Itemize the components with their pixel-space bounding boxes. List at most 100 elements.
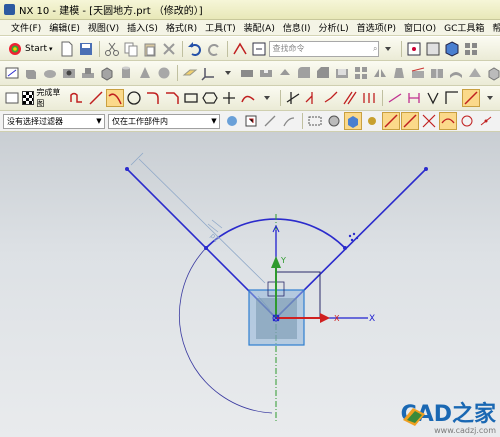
mirror-button[interactable] bbox=[371, 64, 389, 82]
datum-csys-button[interactable] bbox=[200, 64, 218, 82]
menu-tools[interactable]: 工具(T) bbox=[201, 21, 240, 34]
render-style-button[interactable] bbox=[443, 40, 461, 58]
roles-button[interactable] bbox=[379, 40, 397, 58]
shell-button[interactable] bbox=[333, 64, 351, 82]
copy-button[interactable] bbox=[122, 40, 140, 58]
command-search-input[interactable]: 查找命令 ⌕ bbox=[268, 40, 379, 57]
trim-body-button[interactable] bbox=[409, 64, 427, 82]
menu-edit[interactable]: 编辑(E) bbox=[45, 21, 84, 34]
studio-spline-button[interactable] bbox=[239, 89, 257, 107]
datum-plane-button[interactable] bbox=[181, 64, 199, 82]
unite-button[interactable] bbox=[238, 64, 256, 82]
split-body-button[interactable] bbox=[428, 64, 446, 82]
subtract-button[interactable] bbox=[257, 64, 275, 82]
selection-scope-select[interactable]: 仅在工作部件内 ▼ bbox=[108, 113, 220, 129]
extrude-button[interactable] bbox=[22, 64, 40, 82]
chamfer-sketch-button[interactable] bbox=[163, 89, 181, 107]
offset-face-button[interactable] bbox=[466, 64, 484, 82]
arc-button[interactable] bbox=[106, 89, 124, 107]
profile-button[interactable] bbox=[68, 89, 86, 107]
dropdown-button[interactable] bbox=[258, 89, 276, 107]
make-corner-button[interactable] bbox=[322, 89, 340, 107]
geometric-constraint-button[interactable] bbox=[405, 89, 423, 107]
menu-preferences[interactable]: 首选项(P) bbox=[353, 21, 400, 34]
undo-button[interactable] bbox=[186, 40, 204, 58]
select-all-button[interactable] bbox=[242, 112, 260, 130]
pattern-button[interactable] bbox=[352, 64, 370, 82]
boss-button[interactable] bbox=[79, 64, 97, 82]
menu-view[interactable]: 视图(V) bbox=[84, 21, 123, 34]
sphere-button[interactable] bbox=[155, 64, 173, 82]
new-file-button[interactable] bbox=[58, 40, 76, 58]
more-views-button[interactable] bbox=[462, 40, 480, 58]
sketch-orient-button[interactable] bbox=[3, 89, 21, 107]
scale-body-button[interactable] bbox=[485, 64, 500, 82]
graphics-window[interactable]: p1 X X Y CAD之家 www.cadzj.com bbox=[0, 132, 500, 437]
snap-midpoint-button[interactable] bbox=[401, 112, 419, 130]
snap-endpoint-button[interactable] bbox=[382, 112, 400, 130]
start-button[interactable]: Start ▾ bbox=[3, 40, 58, 58]
dimension-extension bbox=[130, 152, 144, 166]
sketch-button[interactable] bbox=[3, 64, 21, 82]
rapid-dimension-button[interactable] bbox=[386, 89, 404, 107]
menu-help[interactable]: 帮助(H) bbox=[488, 21, 500, 34]
dropdown-button[interactable] bbox=[219, 64, 237, 82]
cylinder-button[interactable] bbox=[117, 64, 135, 82]
menu-information[interactable]: 信息(I) bbox=[279, 21, 315, 34]
curve-rule-button[interactable] bbox=[280, 112, 298, 130]
draft-button[interactable] bbox=[390, 64, 408, 82]
block-button[interactable] bbox=[98, 64, 116, 82]
delete-button[interactable] bbox=[160, 40, 178, 58]
offset-curve-button[interactable] bbox=[341, 89, 359, 107]
menu-analysis[interactable]: 分析(L) bbox=[315, 21, 353, 34]
menu-gc-toolkit[interactable]: GC工具箱 bbox=[440, 21, 488, 34]
fillet-button[interactable] bbox=[144, 89, 162, 107]
solid-select-button[interactable] bbox=[344, 112, 362, 130]
edge-blend-button[interactable] bbox=[295, 64, 313, 82]
sphere-icon bbox=[158, 67, 170, 79]
menu-file[interactable]: 文件(F) bbox=[7, 21, 45, 34]
fit-view-button[interactable] bbox=[405, 40, 423, 58]
circle-button[interactable] bbox=[125, 89, 143, 107]
rectangle-button[interactable] bbox=[182, 89, 200, 107]
quick-trim-button[interactable] bbox=[284, 89, 302, 107]
save-button[interactable] bbox=[77, 40, 95, 58]
show-constraints-button[interactable] bbox=[443, 89, 461, 107]
auto-constrain-button[interactable] bbox=[424, 89, 442, 107]
snap-intersection-button[interactable] bbox=[420, 112, 438, 130]
snap-point-on-curve-button[interactable] bbox=[477, 112, 495, 130]
intersect-button[interactable] bbox=[276, 64, 294, 82]
revolve-button[interactable] bbox=[41, 64, 59, 82]
sketch-settings-button[interactable] bbox=[462, 89, 480, 107]
thicken-button[interactable] bbox=[447, 64, 465, 82]
snap-button[interactable] bbox=[223, 112, 241, 130]
type-filter-select[interactable]: 没有选择过滤器 ▼ bbox=[3, 113, 105, 129]
orient-view-button[interactable] bbox=[424, 40, 442, 58]
menu-format[interactable]: 格式(R) bbox=[162, 21, 201, 34]
rectangle-select-button[interactable] bbox=[306, 112, 324, 130]
menu-assembly[interactable]: 装配(A) bbox=[240, 21, 279, 34]
menu-window[interactable]: 窗口(O) bbox=[400, 21, 440, 34]
edge-blend-icon bbox=[298, 67, 310, 78]
snap-quadrant-button[interactable] bbox=[458, 112, 476, 130]
menu-insert[interactable]: 插入(S) bbox=[123, 21, 162, 34]
feature-select-button[interactable] bbox=[363, 112, 381, 130]
point-button[interactable] bbox=[220, 89, 238, 107]
curve-tool-button[interactable] bbox=[231, 40, 249, 58]
finish-sketch-button[interactable]: 完成草图 bbox=[22, 87, 64, 109]
snap-arc-center-button[interactable] bbox=[439, 112, 457, 130]
cone-button[interactable] bbox=[136, 64, 154, 82]
hole-button[interactable] bbox=[60, 64, 78, 82]
dropdown-button[interactable] bbox=[481, 89, 499, 107]
chamfer-button[interactable] bbox=[314, 64, 332, 82]
paste-button[interactable] bbox=[141, 40, 159, 58]
quick-extend-button[interactable] bbox=[303, 89, 321, 107]
cut-button[interactable] bbox=[103, 40, 121, 58]
polygon-button[interactable] bbox=[201, 89, 219, 107]
view-render-button[interactable] bbox=[325, 112, 343, 130]
line-button[interactable] bbox=[87, 89, 105, 107]
command-finder-button[interactable] bbox=[250, 40, 268, 58]
pattern-curve-button[interactable] bbox=[360, 89, 378, 107]
redo-button[interactable] bbox=[205, 40, 223, 58]
deselect-button[interactable] bbox=[261, 112, 279, 130]
